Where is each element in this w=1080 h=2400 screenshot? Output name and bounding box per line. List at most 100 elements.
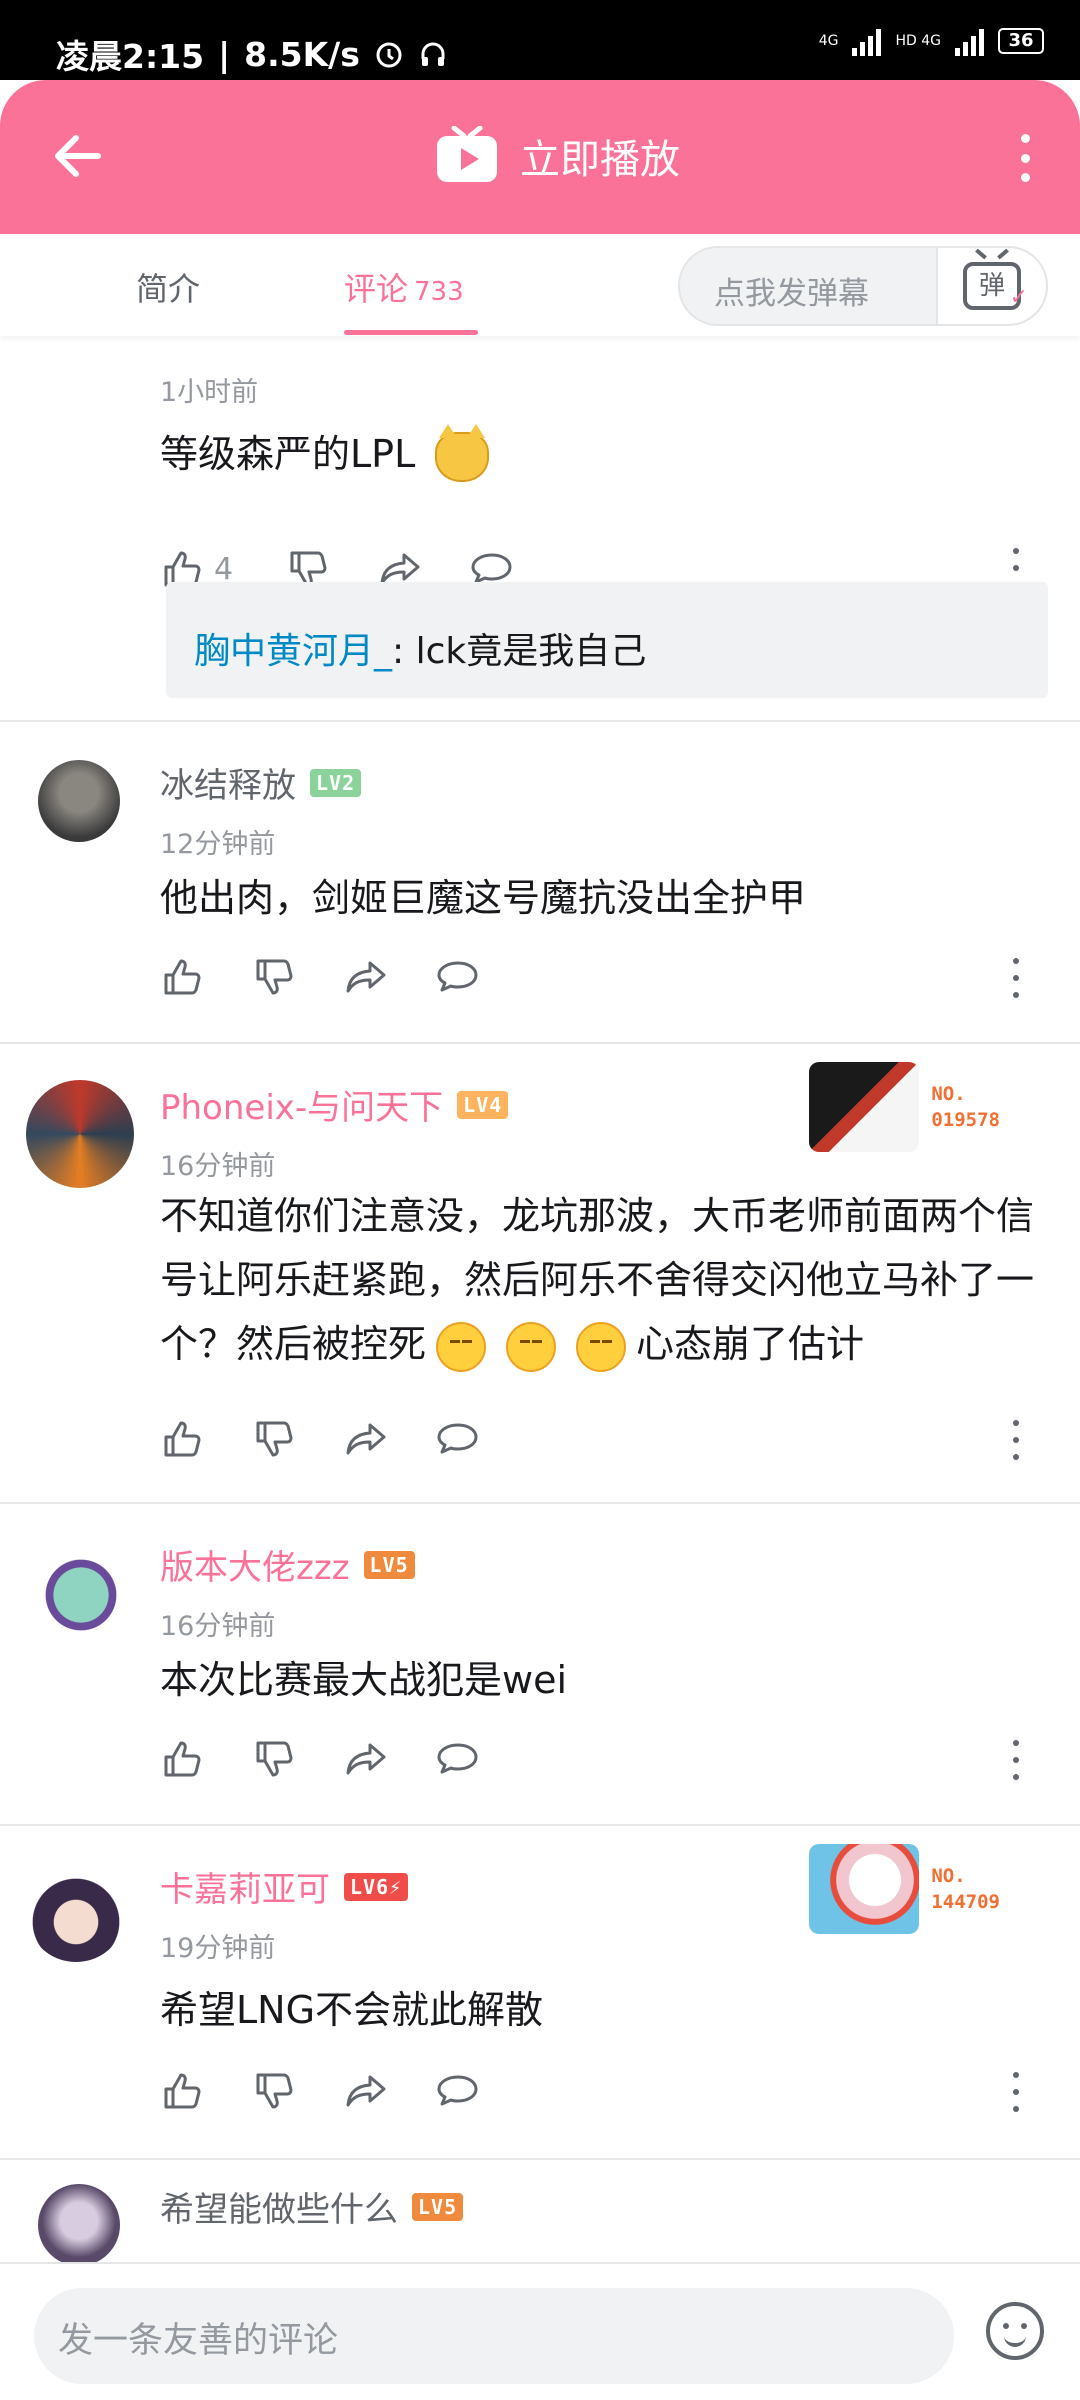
thumbs-up-icon [164, 1421, 201, 1457]
like-button[interactable] [160, 2066, 252, 2116]
comment-feed[interactable]: 1小时前 等级森严的LPL 4 胸中黄河月_: lck竟是我自己 冰结释放 LV… [0, 336, 1080, 2262]
play-now-label: 立即播放 [520, 137, 680, 183]
comment-time: 12分钟前 [160, 829, 276, 860]
fan-badge-image [809, 1844, 920, 1934]
status-left: 凌晨2:15 | 8.5K/s [56, 30, 448, 78]
network-label-2: HD 4G [895, 33, 941, 49]
network-label-1: 4G [818, 33, 839, 49]
avatar[interactable] [26, 1540, 126, 1640]
back-button[interactable] [46, 124, 110, 188]
comment-menu-button[interactable] [1006, 2072, 1026, 2112]
danmu-toggle-button[interactable]: 弹 ✓ [936, 246, 1048, 326]
share-icon [346, 1423, 386, 1455]
tab-intro[interactable]: 简介 [136, 264, 200, 310]
fan-badge-image [809, 1062, 920, 1152]
play-now-button[interactable]: 立即播放 [434, 126, 680, 186]
thumbs-up-icon [164, 2073, 201, 2109]
comment-item: 冰结释放 LV2 12分钟前 他出肉，剑姬巨魔这号魔抗没出全护甲 [0, 722, 1080, 1044]
smiley-icon[interactable] [986, 2302, 1044, 2360]
username[interactable]: 版本大佬zzz [160, 1540, 350, 1589]
level-badge: LV2 [310, 768, 362, 797]
thumbs-down-icon [256, 2073, 293, 2109]
fan-badge-number: NO. 144709 [931, 1863, 1000, 1915]
comment-time: 19分钟前 [160, 1933, 276, 1964]
tab-bar: 简介 评论 733 点我发弹幕 弹 ✓ [0, 234, 1080, 336]
signal-icon-2 [955, 26, 984, 56]
dislike-button[interactable] [252, 1734, 344, 1784]
thumbs-down-icon [256, 1741, 293, 1777]
username[interactable]: 希望能做些什么 [160, 2182, 398, 2231]
more-options-button[interactable] [1010, 128, 1040, 188]
dislike-button[interactable] [252, 1414, 344, 1464]
reply-preview[interactable]: 胸中黄河月_: lck竟是我自己 [166, 582, 1048, 698]
share-button[interactable] [344, 1734, 436, 1784]
check-icon: ✓ [1009, 285, 1028, 310]
tab-comments[interactable]: 评论 733 [344, 264, 464, 310]
dislike-button[interactable] [252, 2066, 344, 2116]
thumbs-up-icon [164, 1741, 201, 1777]
comment-content: 不知道你们注意没，龙坑那波，大币老师前面两个信号让阿乐赶紧跑，然后阿乐不舍得交闪… [160, 1184, 1050, 1376]
danmu-input[interactable]: 点我发弹幕 弹 ✓ [678, 246, 1048, 326]
avatar[interactable] [38, 2184, 120, 2262]
comment-actions [160, 2066, 528, 2116]
share-button[interactable] [344, 2066, 436, 2116]
username[interactable]: 冰结释放 [160, 758, 296, 807]
avatar[interactable] [26, 1080, 134, 1188]
reply-button[interactable] [436, 1734, 528, 1784]
like-button[interactable] [160, 952, 252, 1002]
username-row: Phoneix-与问天下 LV4 [160, 1080, 509, 1129]
arrow-left-icon [55, 135, 101, 177]
fan-badge-number: NO. 019578 [931, 1081, 1000, 1133]
comment-time: 16分钟前 [160, 1151, 276, 1182]
reply-button[interactable] [436, 2066, 528, 2116]
comment-time: 1小时前 [160, 377, 259, 408]
username-row: 希望能做些什么 LV5 [160, 2182, 464, 2231]
comment-actions [160, 1414, 528, 1464]
fan-badge[interactable]: NO. 144709 [809, 1844, 1000, 1934]
comment-menu-button[interactable] [1006, 958, 1026, 998]
avatar[interactable] [26, 1862, 126, 1962]
reply-button[interactable] [436, 1414, 528, 1464]
share-button[interactable] [344, 1414, 436, 1464]
alarm-icon [376, 42, 402, 68]
level-badge: LV5 [412, 2192, 464, 2221]
headphones-icon [421, 42, 445, 66]
video-header: 立即播放 [0, 80, 1080, 234]
cat-emoji-icon [435, 423, 490, 482]
comment-menu-button[interactable] [1006, 1740, 1026, 1780]
comment-content: 他出肉，剑姬巨魔这号魔抗没出全护甲 [160, 876, 807, 920]
reply-text: : lck竟是我自己 [392, 631, 647, 672]
thumbs-down-icon [256, 959, 293, 995]
username-row: 冰结释放 LV2 [160, 758, 362, 807]
like-button[interactable] [160, 1414, 252, 1464]
share-button[interactable] [344, 952, 436, 1002]
thumbs-up-icon [164, 959, 201, 995]
status-bar: 凌晨2:15 | 8.5K/s 4G HD 4G 36 [0, 0, 1080, 80]
comment-input[interactable]: 发一条友善的评论 [34, 2288, 954, 2384]
comment-item: 卡嘉莉亚可 LV6⚡ 19分钟前 NO. 144709 希望LNG不会就此解散 [0, 1826, 1080, 2160]
avatar[interactable] [38, 760, 120, 842]
comment-bubble-icon [437, 961, 478, 992]
battery-icon: 36 [998, 28, 1044, 54]
reply-username[interactable]: 胸中黄河月_ [194, 631, 392, 672]
comment-text: 等级森严的LPL [160, 432, 416, 476]
fan-badge-no-label: NO. [931, 1083, 966, 1105]
share-icon [346, 1743, 386, 1775]
reply-button[interactable] [436, 952, 528, 1002]
username[interactable]: Phoneix-与问天下 [160, 1080, 443, 1129]
fan-badge[interactable]: NO. 019578 [809, 1062, 1000, 1152]
comment-actions [160, 952, 528, 1002]
username-row: 版本大佬zzz LV5 [160, 1540, 415, 1589]
comment-text-tail: 心态崩了估计 [636, 1322, 865, 1366]
dislike-button[interactable] [252, 952, 344, 1002]
fan-badge-no-label: NO. [931, 1865, 966, 1887]
username[interactable]: 卡嘉莉亚可 [160, 1862, 330, 1911]
comment-menu-button[interactable] [1006, 1420, 1026, 1460]
comment-item: 希望能做些什么 LV5 [0, 2160, 1080, 2262]
comment-compose-bar: 发一条友善的评论 [0, 2262, 1080, 2400]
like-button[interactable] [160, 1734, 252, 1784]
comment-bubble-icon [437, 2075, 478, 2106]
signal-icon [852, 26, 882, 56]
comment-content: 本次比赛最大战犯是wei [160, 1658, 568, 1702]
level-badge: LV6⚡ [344, 1872, 409, 1901]
